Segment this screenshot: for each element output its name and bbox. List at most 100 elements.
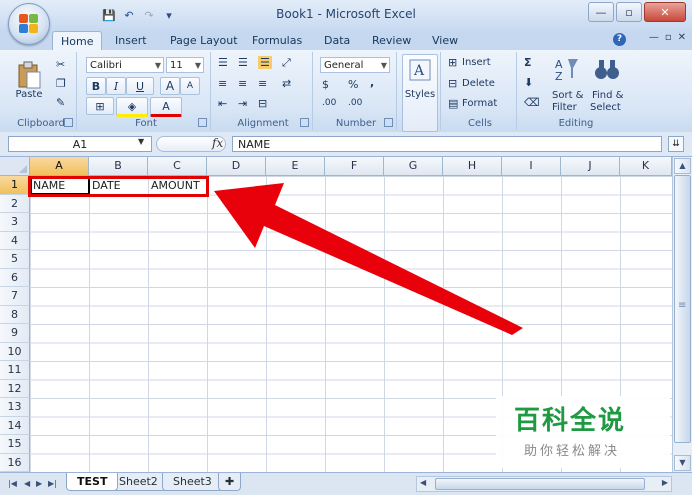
restore-button[interactable]: ▫ bbox=[616, 2, 642, 22]
next-sheet-icon[interactable]: ▶ bbox=[36, 479, 42, 488]
align-left-icon[interactable]: ≡ bbox=[218, 77, 227, 90]
sheet-tab-test[interactable]: TEST bbox=[66, 473, 119, 491]
insert-cells-button[interactable]: Insert bbox=[462, 57, 491, 68]
fill-icon[interactable]: ⬇ bbox=[524, 76, 533, 89]
autosum-icon[interactable]: Σ bbox=[524, 56, 532, 69]
tab-page-layout[interactable]: Page Layout bbox=[170, 32, 238, 50]
decrease-decimal-button[interactable]: .00 bbox=[348, 98, 362, 108]
column-header-a[interactable]: A bbox=[30, 157, 89, 176]
tab-insert[interactable]: Insert bbox=[115, 32, 147, 50]
tab-data[interactable]: Data bbox=[324, 32, 350, 50]
vertical-scroll-thumb[interactable] bbox=[674, 175, 691, 443]
row-header-2[interactable]: 2 bbox=[0, 194, 30, 213]
minimize-button[interactable]: — bbox=[588, 2, 614, 22]
column-header-d[interactable]: D bbox=[207, 157, 266, 176]
sort-filter-label-2[interactable]: Filter bbox=[552, 102, 577, 113]
tab-review[interactable]: Review bbox=[372, 32, 411, 50]
find-select-label-2[interactable]: Select bbox=[590, 102, 621, 113]
row-header-9[interactable]: 9 bbox=[0, 324, 30, 343]
fill-color-button[interactable]: ◈ bbox=[116, 97, 148, 117]
format-cells-icon[interactable]: ▤ bbox=[448, 97, 458, 110]
shrink-font-button[interactable]: A bbox=[180, 77, 200, 95]
align-bottom-icon[interactable]: ☰ bbox=[258, 56, 272, 69]
column-header-e[interactable]: E bbox=[266, 157, 325, 176]
currency-button[interactable]: $ bbox=[322, 78, 329, 91]
chevron-down-icon[interactable]: ▼ bbox=[138, 137, 144, 146]
row-header-1[interactable]: 1 bbox=[0, 176, 30, 195]
vertical-scrollbar[interactable]: ▲ ▼ bbox=[672, 157, 692, 472]
formula-input[interactable]: NAME bbox=[232, 136, 662, 152]
underline-button[interactable]: U bbox=[126, 77, 154, 95]
insert-cells-icon[interactable]: ⊞ bbox=[448, 56, 457, 69]
select-all-corner[interactable] bbox=[0, 157, 30, 176]
column-header-g[interactable]: G bbox=[384, 157, 443, 176]
align-middle-icon[interactable]: ☰ bbox=[238, 56, 248, 69]
row-header-5[interactable]: 5 bbox=[0, 250, 30, 269]
paste-button[interactable]: Paste bbox=[10, 55, 48, 105]
borders-button[interactable]: ⊞ bbox=[86, 97, 114, 115]
name-box[interactable]: A1 bbox=[8, 136, 152, 152]
row-header-10[interactable]: 10 bbox=[0, 342, 30, 361]
orientation-icon[interactable]: ⤢ bbox=[282, 56, 291, 70]
row-header-11[interactable]: 11 bbox=[0, 361, 30, 380]
grow-font-button[interactable]: A bbox=[160, 77, 180, 95]
row-header-13[interactable]: 13 bbox=[0, 398, 30, 417]
column-header-j[interactable]: J bbox=[561, 157, 620, 176]
horizontal-scrollbar[interactable]: ◀ ▶ bbox=[416, 476, 672, 492]
tab-home[interactable]: Home bbox=[52, 31, 103, 52]
scroll-up-icon[interactable]: ▲ bbox=[674, 158, 691, 174]
decrease-indent-icon[interactable]: ⇤ bbox=[218, 97, 227, 110]
percent-button[interactable]: % bbox=[348, 78, 358, 91]
scroll-left-icon[interactable]: ◀ bbox=[420, 478, 426, 487]
row-header-3[interactable]: 3 bbox=[0, 213, 30, 232]
row-header-16[interactable]: 16 bbox=[0, 453, 30, 472]
tab-formulas[interactable]: Formulas bbox=[252, 32, 302, 50]
increase-decimal-button[interactable]: .00 bbox=[322, 98, 336, 108]
row-header-14[interactable]: 14 bbox=[0, 416, 30, 435]
column-header-b[interactable]: B bbox=[89, 157, 148, 176]
scroll-down-icon[interactable]: ▼ bbox=[674, 455, 691, 471]
tab-view[interactable]: View bbox=[432, 32, 458, 50]
increase-indent-icon[interactable]: ⇥ bbox=[238, 97, 247, 110]
format-painter-icon[interactable]: ✎ bbox=[56, 96, 65, 109]
font-launcher-icon[interactable] bbox=[198, 118, 207, 127]
insert-sheet-icon[interactable]: ✚ bbox=[218, 473, 242, 491]
prev-sheet-icon[interactable]: ◀ bbox=[24, 479, 30, 488]
comma-button[interactable]: , bbox=[370, 76, 374, 89]
clear-icon[interactable]: ⌫ bbox=[524, 96, 540, 109]
column-header-k[interactable]: K bbox=[620, 157, 672, 176]
column-header-f[interactable]: F bbox=[325, 157, 384, 176]
clipboard-launcher-icon[interactable] bbox=[64, 118, 73, 127]
last-sheet-icon[interactable]: ▶| bbox=[48, 479, 57, 488]
bold-button[interactable]: B bbox=[86, 77, 106, 95]
column-header-c[interactable]: C bbox=[148, 157, 207, 176]
sheet-tab-sheet3[interactable]: Sheet3 bbox=[162, 473, 223, 491]
find-select-label[interactable]: Find & bbox=[592, 90, 623, 101]
align-top-icon[interactable]: ☰ bbox=[218, 56, 228, 69]
horizontal-scroll-thumb[interactable] bbox=[435, 478, 645, 490]
row-header-15[interactable]: 15 bbox=[0, 435, 30, 454]
format-cells-button[interactable]: Format bbox=[462, 98, 497, 109]
column-header-h[interactable]: H bbox=[443, 157, 502, 176]
italic-button[interactable]: I bbox=[106, 77, 126, 95]
row-header-8[interactable]: 8 bbox=[0, 305, 30, 324]
row-header-4[interactable]: 4 bbox=[0, 231, 30, 250]
alignment-launcher-icon[interactable] bbox=[300, 118, 309, 127]
sort-filter-label[interactable]: Sort & bbox=[552, 90, 583, 101]
row-header-12[interactable]: 12 bbox=[0, 379, 30, 398]
font-name-select[interactable]: Calibri ▼ bbox=[86, 57, 164, 73]
workbook-close-icon[interactable]: ✕ bbox=[678, 32, 686, 43]
number-format-select[interactable]: General ▼ bbox=[320, 57, 390, 73]
workbook-restore-icon[interactable]: ▫ bbox=[665, 32, 672, 43]
delete-cells-icon[interactable]: ⊟ bbox=[448, 77, 457, 90]
copy-icon[interactable]: ❐ bbox=[56, 77, 66, 90]
office-button[interactable] bbox=[8, 3, 50, 45]
cut-icon[interactable]: ✂ bbox=[56, 58, 65, 71]
first-sheet-icon[interactable]: |◀ bbox=[8, 479, 17, 488]
number-launcher-icon[interactable] bbox=[384, 118, 393, 127]
font-size-select[interactable]: 11 ▼ bbox=[166, 57, 204, 73]
close-button[interactable]: ✕ bbox=[644, 2, 686, 22]
wrap-text-icon[interactable]: ⇄ bbox=[282, 77, 291, 90]
fx-icon[interactable]: fx bbox=[212, 136, 223, 150]
scroll-right-icon[interactable]: ▶ bbox=[662, 478, 668, 487]
